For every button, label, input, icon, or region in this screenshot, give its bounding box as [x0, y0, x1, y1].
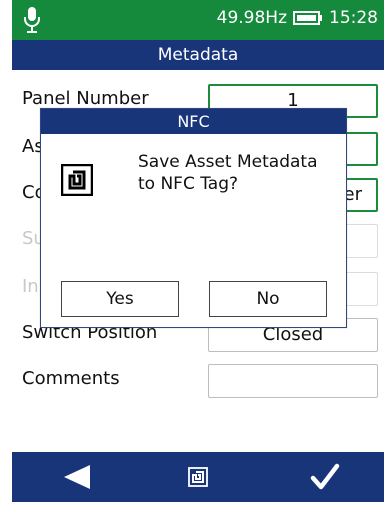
yes-button[interactable]: Yes: [61, 281, 179, 317]
nfc-icon[interactable]: [188, 467, 208, 487]
status-bar: 49.98Hz 15:28: [12, 0, 384, 40]
nfc-tag-icon: [61, 164, 93, 196]
no-button[interactable]: No: [209, 281, 327, 317]
comments-field[interactable]: [208, 364, 378, 398]
form-row-comments: Comments: [22, 364, 384, 398]
frequency-readout: 49.98Hz: [216, 8, 287, 28]
dialog-title: NFC: [41, 109, 346, 134]
nfc-dialog: NFC Save Asset Metadata to NFC Tag? Yes …: [40, 108, 347, 328]
status-readouts: 49.98Hz 15:28: [217, 8, 378, 28]
battery-icon: [293, 11, 322, 25]
checkmark-icon[interactable]: [310, 462, 340, 492]
panel-number-label: Panel Number: [22, 88, 149, 109]
page-title: Metadata: [12, 40, 384, 70]
back-arrow-icon[interactable]: [62, 463, 92, 491]
microphone-icon: [24, 7, 40, 33]
bottom-toolbar: [12, 452, 384, 502]
clock: 15:28: [329, 8, 378, 28]
dialog-message: Save Asset Metadata to NFC Tag?: [138, 152, 318, 194]
comments-label: Comments: [22, 368, 120, 389]
in-label: In: [22, 276, 39, 297]
